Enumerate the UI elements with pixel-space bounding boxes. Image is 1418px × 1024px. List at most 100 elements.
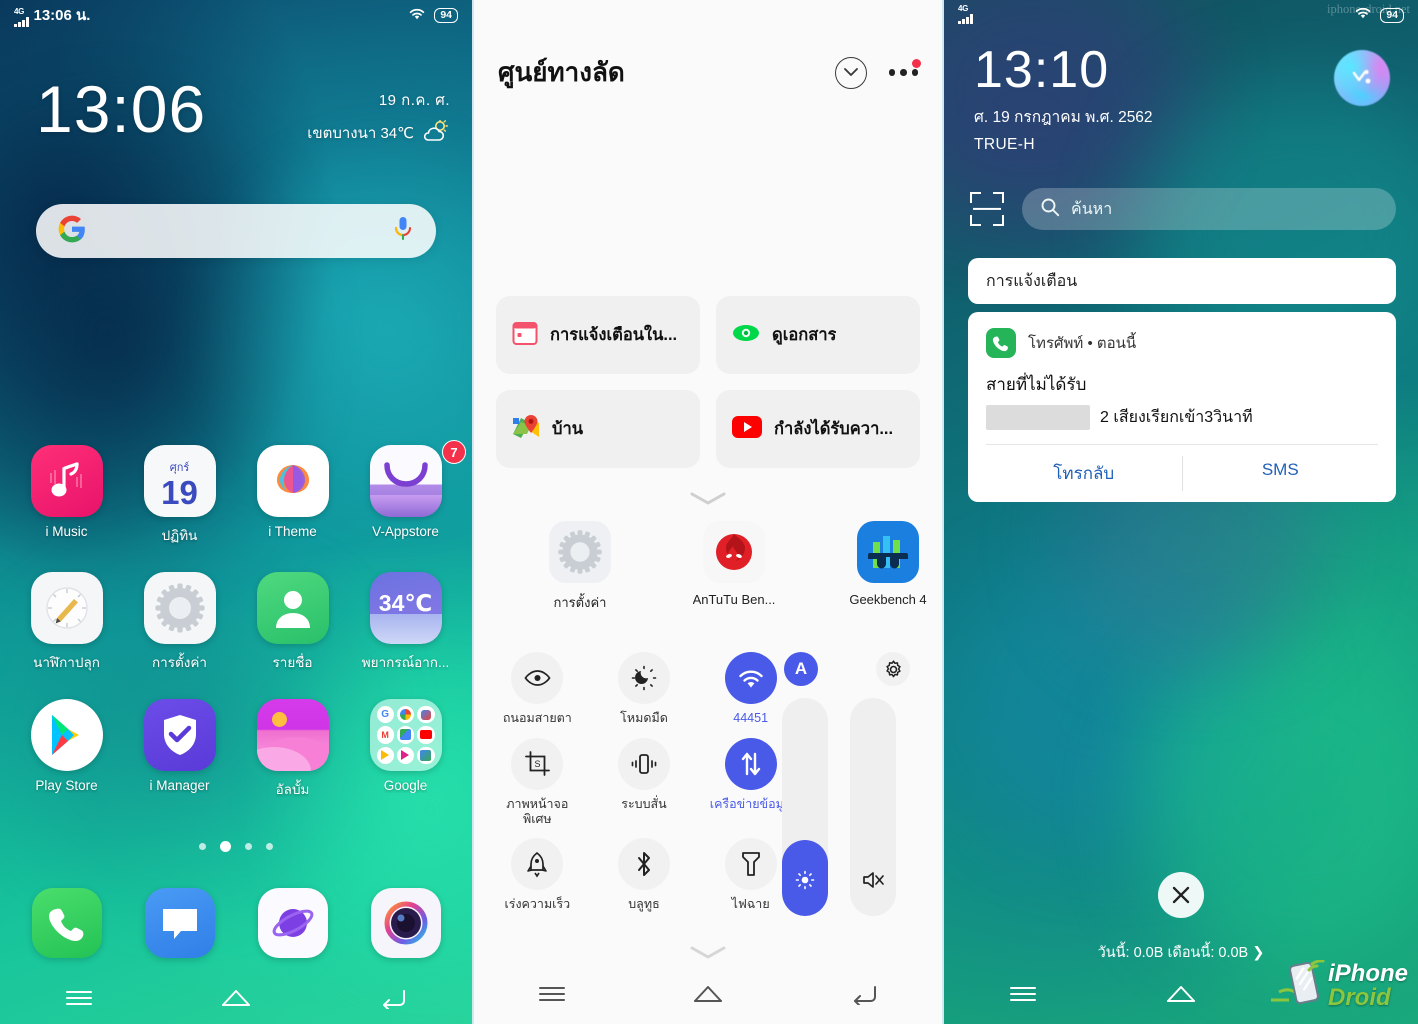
google-search-bar[interactable]: [36, 204, 436, 258]
page-title: ศูนย์ทางลัด: [498, 57, 625, 87]
toggle-dark-mode[interactable]: โหมดมืด: [591, 652, 698, 726]
dock: [0, 888, 472, 958]
app-label: นาฬิกาปลุก: [33, 655, 100, 670]
app-google-folder[interactable]: G M Google: [349, 699, 462, 800]
home-weather-text: เขตบางนา 34℃: [307, 125, 414, 142]
gear-icon[interactable]: [876, 652, 910, 686]
toggle-eye-care[interactable]: ถนอมสายตา: [484, 652, 591, 726]
more-dots-icon[interactable]: [888, 59, 921, 82]
collapse-handle[interactable]: [474, 945, 942, 961]
jovi-assistant-icon[interactable]: [1334, 50, 1390, 106]
toggle-vibrate[interactable]: ระบบสั่น: [591, 737, 698, 827]
back-button[interactable]: [849, 983, 879, 1010]
scan-code-icon[interactable]: [970, 192, 1004, 226]
shortcut-cards: การแจ้งเตือนใน... ดูเอกสาร บ้าน กำลังได้…: [474, 296, 942, 468]
app-itheme[interactable]: i Theme: [236, 445, 349, 546]
app-vappstore[interactable]: 7 V-Appstore: [349, 440, 466, 546]
app-label: V-Appstore: [372, 524, 439, 539]
recents-button[interactable]: [49, 983, 109, 1013]
app-alarm[interactable]: นาฬิกาปลุก: [10, 572, 123, 673]
geekbench-icon: [857, 521, 919, 583]
contacts-icon: [256, 572, 329, 644]
status-bar-clock: 13:06 น.: [33, 7, 91, 24]
app-play-store[interactable]: Play Store: [10, 699, 123, 800]
network-type-label: 4G: [958, 4, 969, 13]
watermark-url: iphone-droid.net: [1327, 2, 1410, 16]
dock-browser[interactable]: [236, 888, 349, 958]
app-label: อัลบั้ม: [275, 782, 310, 797]
iphonedroid-phone-icon: [1270, 960, 1325, 1005]
app-settings[interactable]: การตั้งค่า: [123, 572, 236, 673]
toggle-boost[interactable]: เร่งความเร็ว: [484, 838, 591, 912]
call-back-button[interactable]: โทรกลับ: [986, 445, 1182, 502]
chevron-down-circle-icon[interactable]: [834, 56, 867, 89]
page-indicator: [0, 841, 472, 852]
page-dot[interactable]: [266, 843, 273, 850]
shortcut-card[interactable]: การแจ้งเตือนใน...: [496, 296, 700, 374]
home-button[interactable]: [1165, 983, 1197, 1010]
expand-handle[interactable]: [474, 490, 942, 507]
recent-app-antutu[interactable]: AnTuTu Ben...: [681, 521, 787, 613]
volume-mute-icon: [850, 870, 896, 890]
home-button[interactable]: [206, 983, 266, 1013]
home-clock-widget: 13:06: [36, 72, 207, 146]
app-imusic[interactable]: i Music: [10, 445, 123, 546]
app-weather[interactable]: 34℃ พยากรณ์อาก...: [349, 572, 462, 673]
app-contacts[interactable]: รายชื่อ: [236, 572, 349, 673]
signal-bars-icon: [958, 14, 973, 24]
app-label: i Theme: [268, 524, 317, 539]
header-actions: [834, 56, 921, 89]
calendar-icon: ศุกร์ 19: [143, 445, 216, 517]
svg-text:S: S: [534, 759, 540, 769]
antutu-icon: [703, 521, 765, 583]
calendar-day: 19: [161, 473, 198, 511]
shortcut-card[interactable]: กำลังได้รับควา...: [716, 390, 920, 468]
bluetooth-icon: [617, 838, 670, 891]
volume-slider[interactable]: [850, 698, 896, 916]
dock-camera[interactable]: [349, 888, 462, 958]
bg-blob-3: [954, 560, 1274, 840]
page-dot[interactable]: [245, 843, 252, 850]
microphone-icon[interactable]: [392, 215, 414, 248]
home-button[interactable]: [692, 983, 724, 1010]
dock-phone[interactable]: [10, 888, 123, 958]
shortcut-center-panel: ศูนย์ทางลัด การแจ้งเตือนใน... ดูเอกสาร บ…: [472, 0, 944, 1024]
sms-button[interactable]: SMS: [1183, 445, 1379, 502]
phone-dialer-icon: [31, 888, 102, 958]
notification-card[interactable]: โทรศัพท์ • ตอนนี้ สายที่ไม่ได้รับ 2 เสีย…: [968, 312, 1396, 502]
signal-bars-icon: [14, 17, 29, 27]
shortcut-card-label: การแจ้งเตือนใน...: [550, 326, 678, 344]
redacted-caller-name: [986, 405, 1090, 430]
shortcut-card[interactable]: ดูเอกสาร: [716, 296, 920, 374]
app-calendar[interactable]: ศุกร์ 19 ปฏิทิน: [123, 445, 236, 546]
app-album[interactable]: อัลบั้ม: [236, 699, 349, 800]
close-x-icon[interactable]: [1158, 872, 1204, 918]
auto-brightness-icon[interactable]: A: [784, 652, 818, 686]
weather-temp: 34℃: [378, 589, 433, 616]
app-label: i Music: [45, 524, 88, 539]
status-bar: 4G 13:06 น. 94: [0, 0, 472, 30]
page-dot[interactable]: [199, 843, 206, 850]
brightness-slider[interactable]: [782, 698, 828, 916]
search-input[interactable]: ค้นหา: [1022, 188, 1396, 230]
eye-green-icon: [732, 322, 760, 349]
shortcut-card[interactable]: บ้าน: [496, 390, 700, 468]
recents-button[interactable]: [1008, 984, 1038, 1009]
dock-messages[interactable]: [123, 888, 236, 958]
back-button[interactable]: [363, 983, 423, 1013]
three-phone-screenshots: 4G 13:06 น. 94 13:06 19 ก.ค. ศ. เขตบางนา…: [0, 0, 1418, 1024]
recents-button[interactable]: [537, 984, 567, 1009]
recent-app-settings[interactable]: การตั้งค่า: [527, 521, 633, 613]
app-label: Google: [383, 778, 428, 793]
recent-app-geekbench[interactable]: Geekbench 4: [835, 521, 941, 613]
shortcut-center-header: ศูนย์ทางลัด: [474, 0, 942, 93]
eye-care-icon: [511, 652, 564, 704]
app-grid: i Music ศุกร์ 19 ปฏิทิน i Theme 7 V-Apps…: [0, 440, 472, 800]
toggle-bluetooth[interactable]: บลูทูธ: [591, 838, 698, 912]
page-dot-active[interactable]: [220, 841, 231, 852]
app-imanager[interactable]: i Manager: [123, 699, 236, 800]
phone-missed-call-icon: [986, 328, 1016, 358]
alarm-clock-icon: [30, 572, 103, 644]
notifications-header: การแจ้งเตือน: [968, 258, 1396, 304]
toggle-screenshot[interactable]: S ภาพหน้าจอพิเศษ: [484, 737, 591, 827]
